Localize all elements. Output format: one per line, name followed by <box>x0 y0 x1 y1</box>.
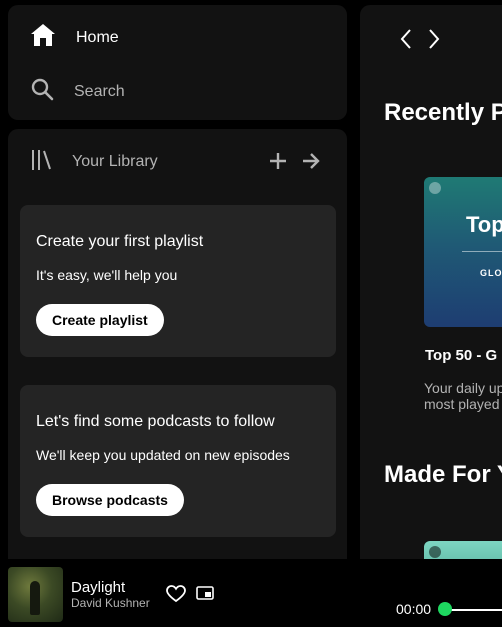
picture-in-picture-icon[interactable] <box>196 586 214 605</box>
create-playlist-card: Create your first playlist It's easy, we… <box>20 205 336 357</box>
mix-cover[interactable] <box>424 541 502 559</box>
nav-search-label: Search <box>74 82 125 100</box>
card-subtitle: We'll keep you updated on new episodes <box>36 447 290 463</box>
track-title[interactable]: Daylight <box>71 579 125 596</box>
nav-home-label: Home <box>76 28 119 46</box>
home-icon <box>30 23 56 52</box>
library-icon[interactable] <box>30 148 54 177</box>
card-title: Create your first playlist <box>36 233 204 250</box>
browse-podcasts-card: Let's find some podcasts to follow We'll… <box>20 385 336 537</box>
playlist-description: Your daily up most played <box>424 380 502 412</box>
card-title: Let's find some podcasts to follow <box>36 413 275 430</box>
time-elapsed: 00:00 <box>396 601 432 617</box>
cover-title: Top <box>466 212 502 237</box>
create-playlist-button[interactable]: Create playlist <box>36 304 164 336</box>
album-art[interactable] <box>8 567 63 622</box>
playlist-cover[interactable]: Top GLO <box>424 177 502 327</box>
plus-icon[interactable] <box>267 150 289 177</box>
progress-handle[interactable] <box>438 602 452 616</box>
spotify-icon <box>429 182 441 194</box>
library-panel: Your Library Create your first playlist … <box>8 129 347 559</box>
library-header: Your Library <box>30 149 330 175</box>
nav-item-home[interactable]: Home <box>30 23 119 52</box>
section-title-recently-played[interactable]: Recently P <box>384 99 502 127</box>
nav-panel: Home Search <box>8 5 347 120</box>
spotify-icon <box>429 546 441 558</box>
search-icon <box>30 77 54 106</box>
now-playing-bar: Daylight David Kushner 00:00 <box>0 559 502 627</box>
arrow-right-icon[interactable] <box>300 150 322 177</box>
browse-podcasts-button[interactable]: Browse podcasts <box>36 484 184 516</box>
library-title[interactable]: Your Library <box>72 153 158 171</box>
heart-icon[interactable] <box>166 585 186 608</box>
chevron-right-icon[interactable] <box>426 27 442 56</box>
cover-subtitle: GLO <box>480 268 502 278</box>
section-title-made-for-you[interactable]: Made For Y <box>384 461 502 489</box>
cover-divider <box>462 251 502 252</box>
chevron-left-icon[interactable] <box>398 27 414 56</box>
nav-item-search[interactable]: Search <box>30 77 125 106</box>
main-panel: Recently P Top GLO Top 50 - G Your daily… <box>360 5 502 559</box>
card-subtitle: It's easy, we'll help you <box>36 267 178 283</box>
album-art-figure <box>30 581 40 615</box>
track-artist[interactable]: David Kushner <box>71 596 150 610</box>
progress-bar[interactable] <box>446 609 502 611</box>
playlist-title[interactable]: Top 50 - G <box>425 347 497 364</box>
